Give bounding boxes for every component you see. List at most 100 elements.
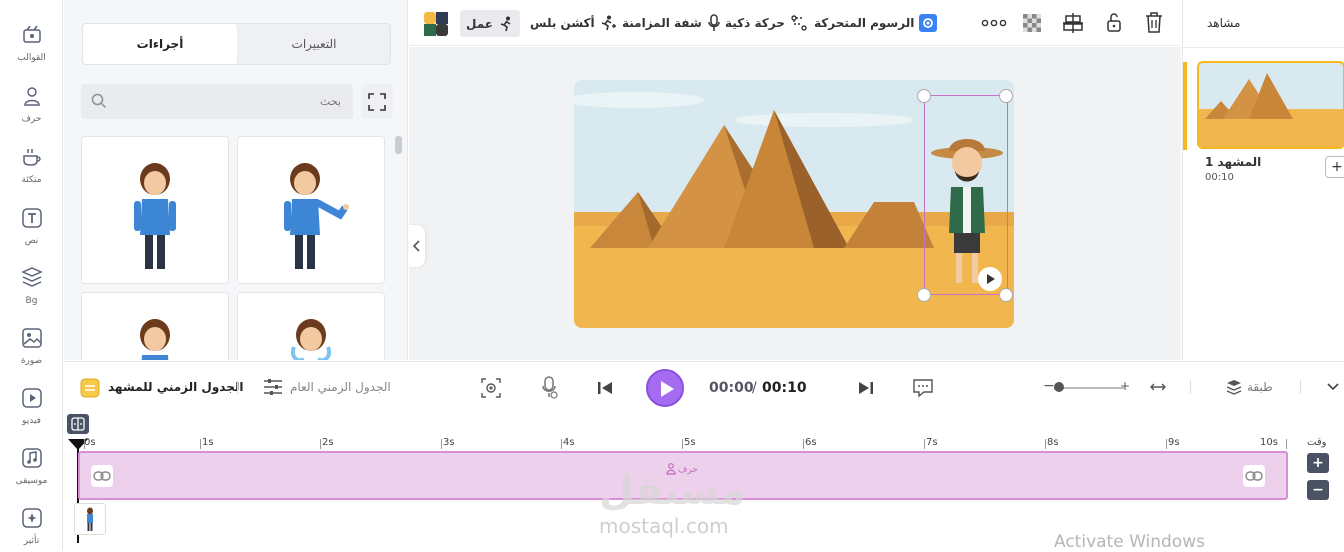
search-input[interactable]	[111, 84, 341, 119]
tick-label: 8s	[1047, 437, 1059, 448]
tick-label: 10s	[1260, 437, 1278, 448]
zoom-slider-thumb[interactable]	[1054, 382, 1064, 392]
record-voice-icon[interactable]	[542, 376, 558, 400]
tick	[682, 439, 683, 449]
zoom-to-fit-icon[interactable]	[481, 378, 501, 398]
transparency-icon[interactable]	[1023, 14, 1041, 32]
sidebar-item-text[interactable]: نص	[0, 207, 63, 246]
tick	[441, 439, 442, 449]
track-thumbnail[interactable]	[74, 503, 106, 535]
lip-sync-button[interactable]: شفة المزامنة	[622, 12, 721, 34]
tick-label: 2s	[322, 437, 334, 448]
unlock-icon[interactable]	[1106, 12, 1122, 32]
zoom-in-mark[interactable]: +	[1120, 379, 1130, 393]
scene-timeline-icon	[80, 378, 100, 398]
sidebar-item-background[interactable]: Bg	[0, 267, 63, 306]
add-scene-button[interactable]: +	[1325, 156, 1344, 178]
global-timeline-tab[interactable]: الجدول الزمني العام	[290, 380, 391, 394]
play-button[interactable]	[646, 369, 684, 407]
character-angry-illustration	[140, 319, 170, 360]
tick-label: 7s	[926, 437, 938, 448]
expand-horizontal-icon[interactable]	[1150, 381, 1166, 393]
tab-actions[interactable]: أجراءات	[83, 24, 237, 64]
scene-selected-indicator	[1183, 62, 1187, 150]
character-card[interactable]	[81, 292, 229, 360]
resize-handle[interactable]	[999, 89, 1013, 103]
scene-duration: 00:10	[1205, 172, 1234, 183]
sidebar-item-music[interactable]: موسيقى	[0, 447, 63, 486]
action-plus-button[interactable]: أكشن بلس	[530, 12, 616, 34]
watermark-site: mostaql.com	[599, 514, 729, 538]
sidebar-item-effects[interactable]: تأثير	[0, 507, 63, 546]
action-plus-icon	[601, 15, 616, 31]
zoom-slider-track[interactable]	[1054, 387, 1124, 389]
sidebar-item-label: القوالب	[17, 53, 46, 63]
action-plus-label: أكشن بلس	[530, 16, 595, 30]
track-end-handle[interactable]	[1243, 465, 1265, 487]
image-icon	[21, 328, 42, 348]
search-box	[81, 84, 353, 119]
layer-label[interactable]: طبقة	[1247, 380, 1273, 394]
more-options-icon[interactable]	[981, 19, 1007, 27]
character-card[interactable]	[237, 292, 385, 360]
timeline-zoom-out-button[interactable]: −	[1307, 480, 1329, 500]
effects-icon	[21, 508, 42, 528]
animation-icon	[919, 14, 938, 32]
scene-timeline-tab[interactable]: الجدول الزمني للمشهد	[108, 380, 244, 394]
tick	[200, 439, 201, 449]
sidebar-item-label: Bg	[25, 296, 38, 306]
character-card[interactable]	[237, 136, 385, 284]
sidebar-item-label: صورة	[20, 356, 43, 366]
resize-handle[interactable]	[917, 89, 931, 103]
smart-motion-button[interactable]: حركة ذكية	[725, 12, 808, 34]
background-icon	[20, 267, 43, 287]
scene-name: المشهد 1	[1205, 155, 1262, 169]
collapse-panel-button[interactable]	[409, 225, 425, 267]
animation-button[interactable]: الرسوم المتحركة	[814, 12, 938, 34]
skip-to-end-icon[interactable]	[858, 380, 874, 396]
play-character-icon[interactable]	[978, 267, 1002, 291]
sidebar-item-label: متكئة	[21, 175, 42, 185]
tick-label: 4s	[563, 437, 575, 448]
resize-handle[interactable]	[999, 288, 1013, 302]
subtitles-icon[interactable]	[913, 378, 933, 398]
color-palette-icon[interactable]	[424, 12, 448, 36]
sidebar-item-character[interactable]: حرف	[0, 85, 63, 124]
sidebar-item-props[interactable]: متكئة	[0, 146, 63, 185]
tick	[320, 439, 321, 449]
sidebar-item-label: نص	[24, 236, 39, 246]
time-separator: /	[752, 380, 757, 396]
props-icon	[22, 149, 41, 166]
tick-label: 5s	[684, 437, 696, 448]
link-icon	[93, 471, 111, 481]
left-sidebar: القوالب حرف متكئة نص Bg صورة فيديو موسيق…	[0, 0, 63, 550]
play-icon	[661, 381, 674, 397]
character-thumbnail-illustration	[87, 507, 93, 531]
text-icon	[21, 208, 42, 228]
fullscreen-button[interactable]	[361, 84, 393, 119]
resize-handle[interactable]	[917, 288, 931, 302]
sidebar-item-image[interactable]: صورة	[0, 327, 63, 366]
delete-icon[interactable]	[1145, 12, 1163, 33]
sidebar-item-video[interactable]: فيديو	[0, 387, 63, 426]
character-card[interactable]	[81, 136, 229, 284]
character-icon	[23, 87, 40, 106]
microphone-icon	[708, 14, 720, 31]
track-start-handle[interactable]	[91, 465, 113, 487]
split-button[interactable]	[67, 414, 89, 434]
tab-expressions[interactable]: التعبيرات	[237, 24, 391, 64]
zoom-out-mark[interactable]: −	[1043, 379, 1055, 393]
tick	[1166, 439, 1167, 449]
asset-tabs: التعبيرات أجراءات	[82, 23, 391, 65]
work-button[interactable]: عمل	[460, 10, 520, 37]
asset-scrollbar[interactable]	[395, 136, 402, 154]
chevron-down-icon[interactable]	[1327, 383, 1339, 391]
tick-label: 6s	[805, 437, 817, 448]
timeline-zoom-in-button[interactable]: +	[1307, 453, 1329, 473]
align-icon[interactable]	[1062, 13, 1084, 33]
link-icon	[1245, 471, 1263, 481]
skip-to-start-icon[interactable]	[597, 380, 613, 396]
sidebar-item-templates[interactable]: القوالب	[0, 24, 63, 63]
scene-thumbnail[interactable]	[1197, 61, 1344, 149]
animation-label: الرسوم المتحركة	[814, 16, 915, 30]
